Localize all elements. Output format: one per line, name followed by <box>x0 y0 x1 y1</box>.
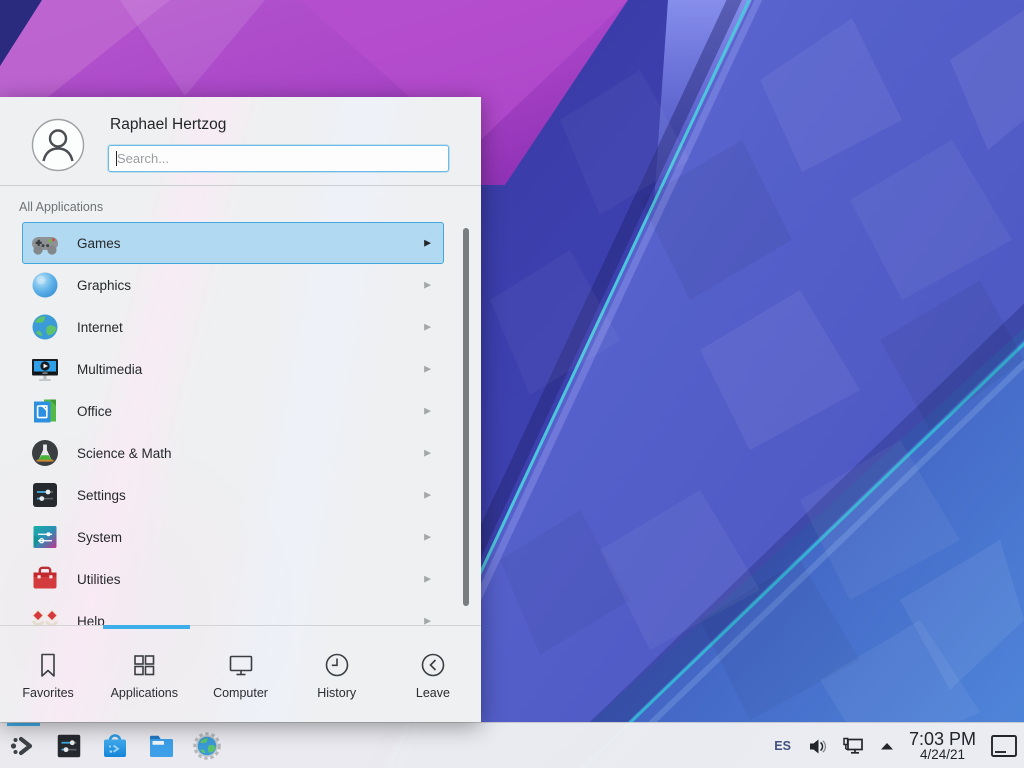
settings-sliders-icon <box>54 731 84 761</box>
documents-icon <box>29 395 61 427</box>
category-label: Games <box>77 236 121 251</box>
gamepad-icon <box>29 227 61 259</box>
category-row-office[interactable]: Office ▶ <box>22 390 444 432</box>
header-separator <box>0 185 481 186</box>
category-label: Utilities <box>77 572 121 587</box>
category-row-settings[interactable]: Settings ▶ <box>22 474 444 516</box>
bookmark-icon <box>34 651 62 679</box>
section-label: All Applications <box>19 200 103 214</box>
category-list: Games ▶ Graphics ▶ Internet ▶ <box>0 222 481 625</box>
system-settings-button[interactable] <box>46 723 92 768</box>
system-sliders-icon <box>29 521 61 553</box>
volume-icon[interactable] <box>807 736 828 757</box>
globe-icon <box>29 311 61 343</box>
tab-label: Applications <box>111 686 178 700</box>
text-caret <box>116 151 117 166</box>
active-task-indicator <box>7 723 40 726</box>
clock-date: 4/24/21 <box>909 748 976 762</box>
category-label: Science & Math <box>77 446 172 461</box>
launcher-header: Raphael Hertzog <box>0 97 481 185</box>
clock-time: 7:03 PM <box>909 730 976 749</box>
category-row-help[interactable]: Help ▶ <box>22 600 444 625</box>
tab-computer[interactable]: Computer <box>192 629 288 722</box>
category-row-multimedia[interactable]: Multimedia ▶ <box>22 348 444 390</box>
globe-gear-icon <box>192 731 222 761</box>
search-field-wrap[interactable] <box>108 145 449 172</box>
submenu-arrow-icon: ▶ <box>424 448 431 459</box>
toolbox-icon <box>29 563 61 595</box>
show-desktop-icon <box>990 734 1018 758</box>
folder-icon <box>146 731 176 761</box>
category-label: Office <box>77 404 112 419</box>
help-buoy-icon <box>29 605 61 625</box>
user-icon <box>31 118 85 172</box>
launcher-tab-bar: Favorites Applications Computer <box>0 629 481 722</box>
search-input[interactable] <box>109 146 448 171</box>
file-manager-button[interactable] <box>138 723 184 768</box>
submenu-arrow-icon: ▶ <box>424 490 431 501</box>
submenu-arrow-icon: ▶ <box>424 238 431 249</box>
category-row-utilities[interactable]: Utilities ▶ <box>22 558 444 600</box>
tab-label: Favorites <box>22 686 73 700</box>
scrollbar-thumb[interactable] <box>463 228 469 606</box>
tab-label: History <box>317 686 356 700</box>
leave-icon <box>419 651 447 679</box>
application-launcher-panel: Raphael Hertzog All Applications Games ▶ <box>0 97 481 722</box>
category-row-internet[interactable]: Internet ▶ <box>22 306 444 348</box>
monitor-play-icon <box>29 353 61 385</box>
clock-icon <box>323 651 351 679</box>
tab-label: Computer <box>213 686 268 700</box>
category-label: Internet <box>77 320 123 335</box>
sliders-dark-icon <box>29 479 61 511</box>
sphere-icon <box>29 269 61 301</box>
tab-label: Leave <box>416 686 450 700</box>
submenu-arrow-icon: ▶ <box>424 322 431 333</box>
tab-leave[interactable]: Leave <box>385 629 481 722</box>
user-name: Raphael Hertzog <box>110 116 226 134</box>
submenu-arrow-icon: ▶ <box>424 616 431 626</box>
submenu-arrow-icon: ▶ <box>424 532 431 543</box>
taskbar: ES 7:03 PM 4/24/2 <box>0 722 1024 768</box>
category-label: Multimedia <box>77 362 142 377</box>
submenu-arrow-icon: ▶ <box>424 280 431 291</box>
discover-button[interactable] <box>92 723 138 768</box>
category-label: Graphics <box>77 278 131 293</box>
system-tray: ES 7:03 PM 4/24/2 <box>774 723 1024 768</box>
digital-clock[interactable]: 7:03 PM 4/24/21 <box>909 730 976 763</box>
web-browser-button[interactable] <box>184 723 230 768</box>
taskbar-launchers <box>0 723 230 768</box>
grid-icon <box>130 651 158 679</box>
submenu-arrow-icon: ▶ <box>424 574 431 585</box>
category-row-system[interactable]: System ▶ <box>22 516 444 558</box>
flask-icon <box>29 437 61 469</box>
tab-applications[interactable]: Applications <box>96 629 192 722</box>
expand-arrow-icon[interactable] <box>879 740 895 752</box>
show-desktop-button[interactable] <box>988 726 1020 766</box>
app-launcher-button[interactable] <box>0 723 46 768</box>
footer-separator <box>0 625 481 626</box>
computer-icon <box>227 651 255 679</box>
discover-bag-icon <box>100 731 130 761</box>
keyboard-layout-badge[interactable]: ES <box>774 739 791 753</box>
submenu-arrow-icon: ▶ <box>424 364 431 375</box>
tab-history[interactable]: History <box>289 629 385 722</box>
tab-favorites[interactable]: Favorites <box>0 629 96 722</box>
category-label: Settings <box>77 488 126 503</box>
category-row-graphics[interactable]: Graphics ▶ <box>22 264 444 306</box>
category-label: System <box>77 530 122 545</box>
category-row-science-math[interactable]: Science & Math ▶ <box>22 432 444 474</box>
submenu-arrow-icon: ▶ <box>424 406 431 417</box>
kickoff-icon <box>8 731 38 761</box>
category-label: Help <box>77 614 105 626</box>
category-row-games[interactable]: Games ▶ <box>22 222 444 264</box>
user-avatar[interactable] <box>31 118 85 172</box>
network-icon[interactable] <box>842 736 865 757</box>
